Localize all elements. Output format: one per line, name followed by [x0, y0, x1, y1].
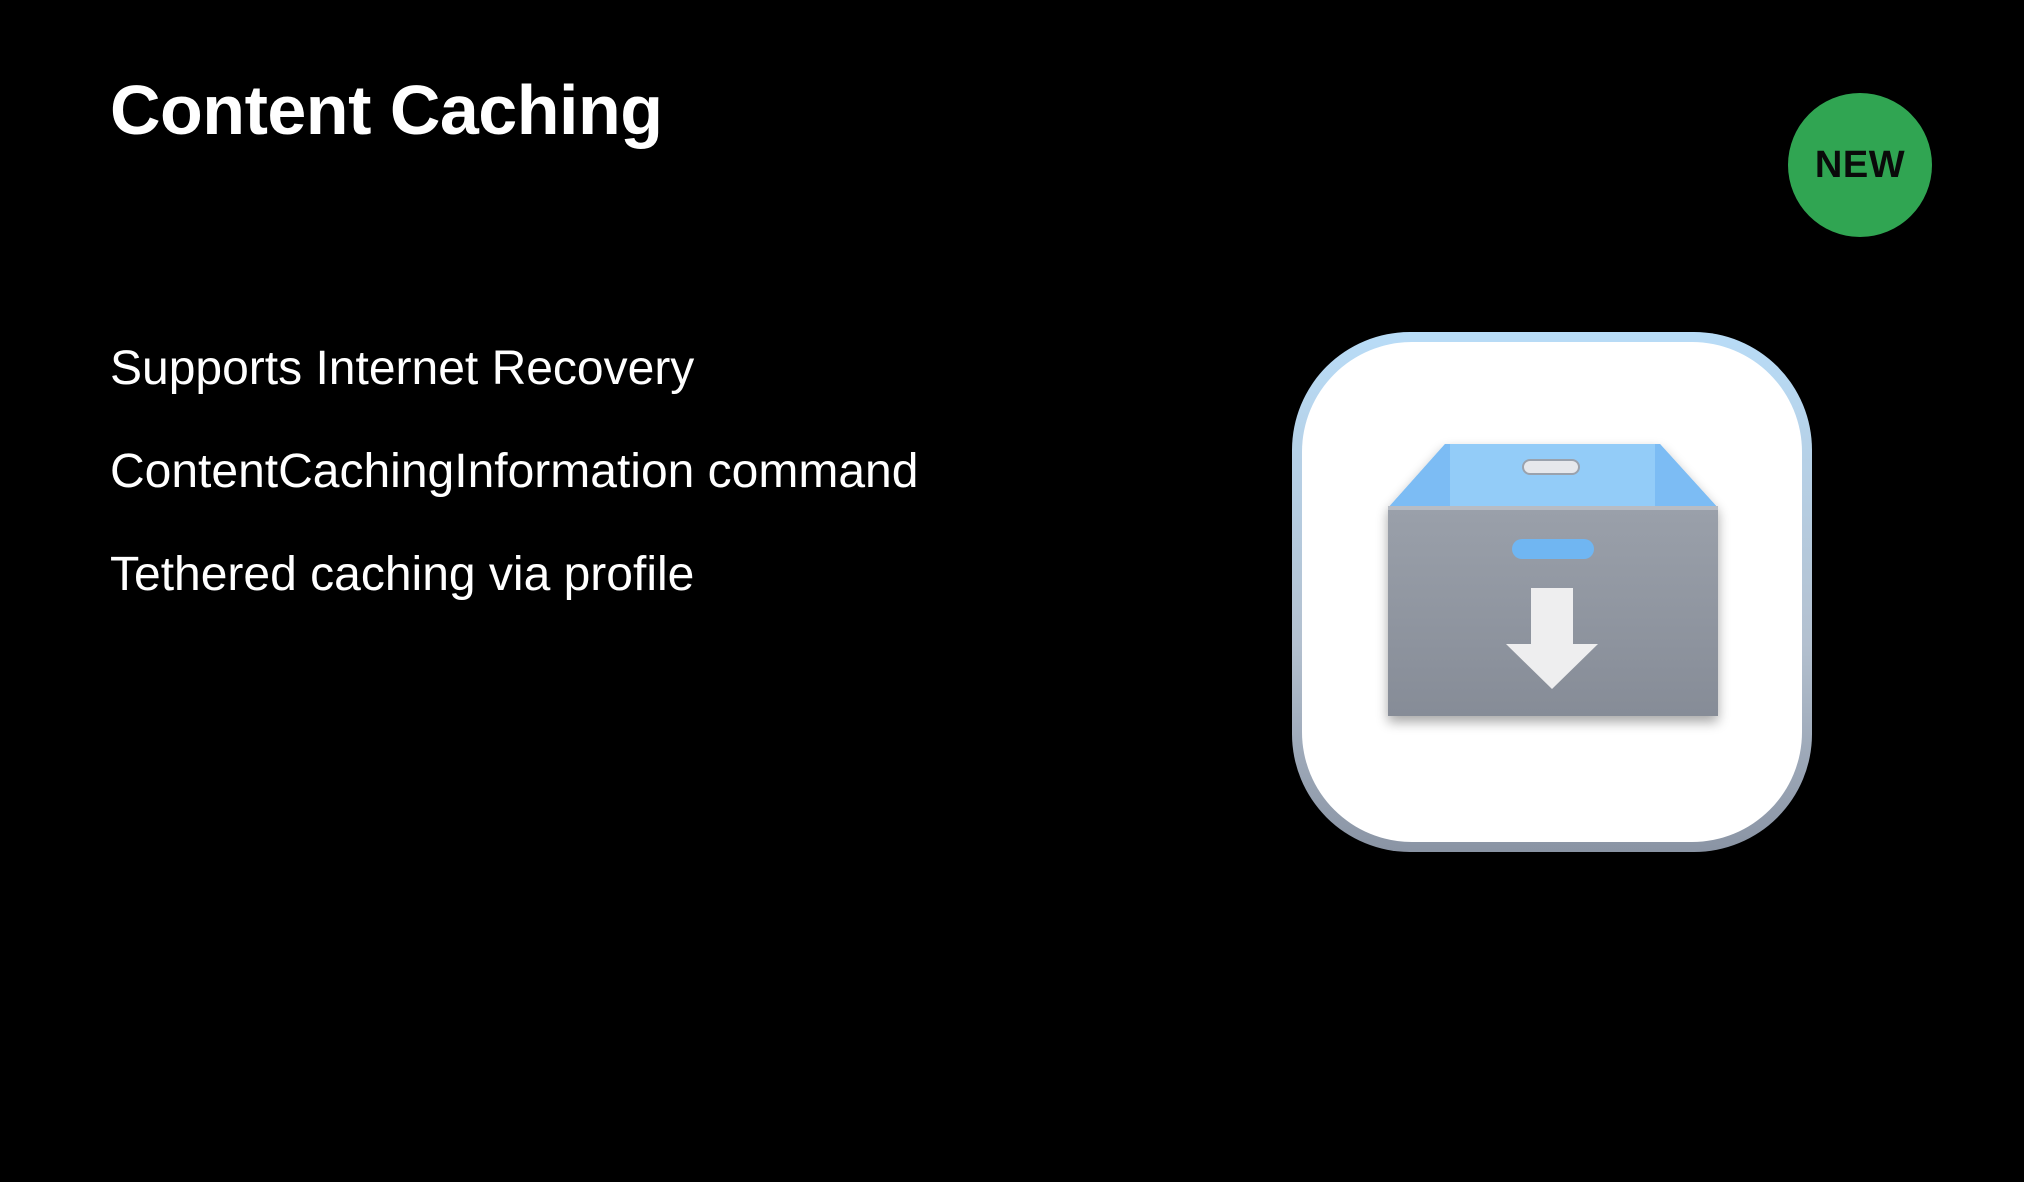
slide-title: Content Caching — [110, 71, 663, 149]
bullet-item: ContentCachingInformation command — [110, 445, 919, 498]
bullet-item: Supports Internet Recovery — [110, 342, 695, 395]
slide: Content Caching NEW Supports Internet Re… — [0, 0, 2024, 1182]
content-caching-box-download-icon — [1290, 330, 1814, 854]
bullet-item: Tethered caching via profile — [110, 548, 695, 601]
bullet-list: Supports Internet Recovery ContentCachin… — [110, 340, 918, 649]
new-badge: NEW — [1788, 93, 1932, 237]
